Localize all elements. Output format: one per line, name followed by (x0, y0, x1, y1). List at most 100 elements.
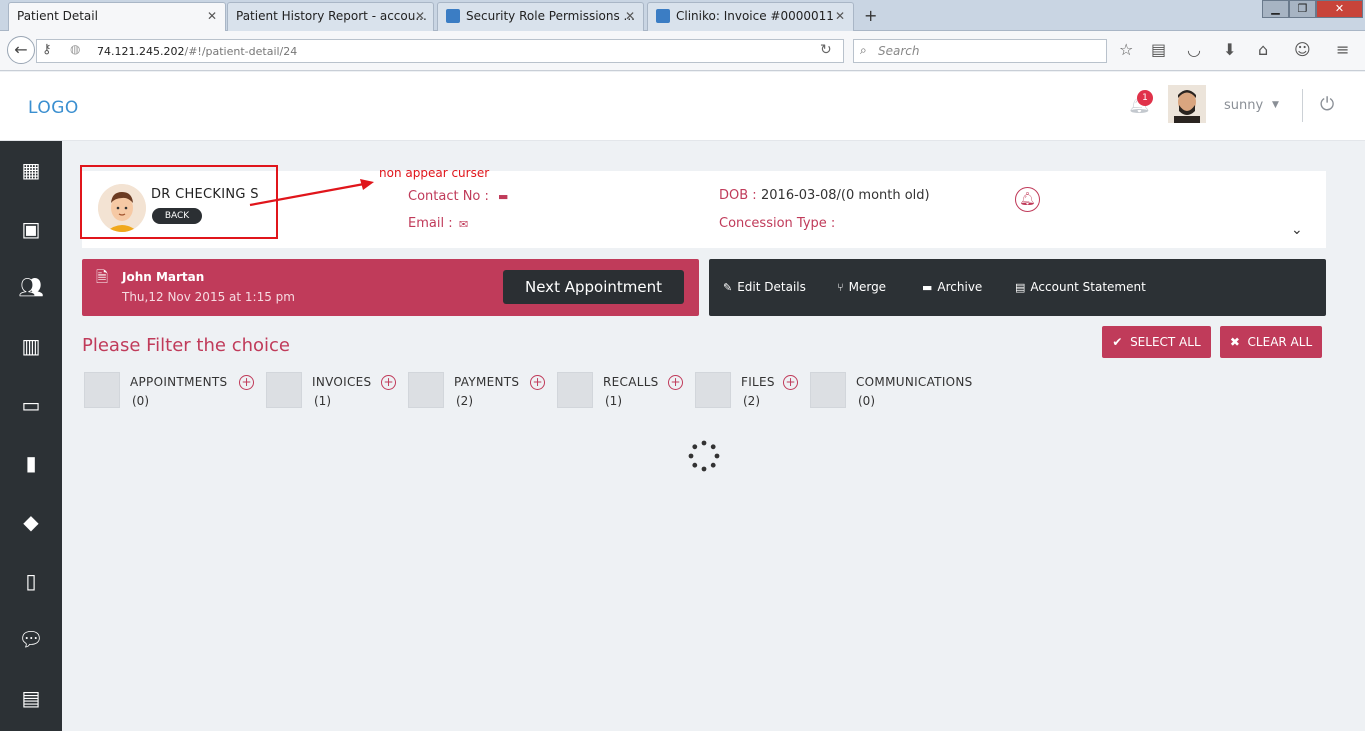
maximize-window-icon[interactable]: ❐ (1289, 0, 1316, 18)
appointment-practitioner: John Martan (122, 270, 205, 284)
search-input[interactable]: ⌕ Search (853, 39, 1107, 63)
filter-title: Please Filter the choice (82, 335, 290, 356)
edit-details-button[interactable]: ✎ Edit Details (723, 280, 806, 294)
annotation-note: non appear curser (379, 166, 490, 180)
envelope-icon[interactable]: ✉ (459, 218, 468, 231)
logo[interactable]: LOGO (28, 98, 79, 118)
edit-icon: ✎ (723, 281, 733, 294)
url-host: 74.121.245.202 (97, 45, 185, 58)
pocket-icon[interactable]: ◡ (1187, 40, 1201, 59)
close-tab-icon[interactable]: ✕ (625, 9, 635, 23)
reload-icon[interactable]: ↻ (820, 42, 832, 58)
tab-title: Cliniko: Invoice #0000011 (676, 9, 834, 23)
key-icon: ⚷ (42, 42, 52, 57)
address-bar[interactable]: 74.121.245.202/#!/patient-detail/24 (36, 39, 844, 63)
browser-tab-patient-detail[interactable]: Patient Detail ✕ (8, 2, 226, 32)
clipboard-add-icon[interactable]: ▥ (0, 326, 62, 366)
reading-list-icon[interactable]: ▤ (1151, 40, 1166, 59)
recalls-checkbox[interactable] (557, 372, 593, 408)
next-appointment-button[interactable]: Next Appointment (503, 270, 684, 304)
contact-label: Contact No : (408, 189, 489, 204)
account-statement-button[interactable]: ▤ Account Statement (1015, 280, 1146, 294)
new-tab-icon[interactable]: + (864, 6, 877, 25)
document-add-icon: 🗎︎ (96, 268, 109, 286)
book-icon[interactable]: ▯ (0, 561, 62, 601)
add-appointment-icon[interactable]: + (239, 375, 254, 390)
appointments-checkbox[interactable] (84, 372, 120, 408)
comment-icon[interactable]: 💬︎ (0, 619, 62, 659)
browser-tab-security-role[interactable]: Security Role Permissions ... ✕ (437, 2, 644, 31)
report-icon[interactable]: ▤ (0, 678, 62, 718)
chat-icon[interactable]: ▬ (498, 190, 508, 203)
sidebar: ▦ ▣ 👥︎ ▥ ▭ ▮ ◆ ▯ 💬︎ ▤ (0, 141, 62, 731)
archive-label: Archive (937, 280, 983, 294)
browser-tab-history-report[interactable]: Patient History Report - accou... ✕ (227, 2, 434, 31)
payments-label: PAYMENTS (454, 375, 520, 389)
power-icon[interactable]: ⏻ (1320, 94, 1334, 115)
browser-tab-bar: Patient Detail ✕ Patient History Report … (0, 0, 1365, 32)
add-invoice-icon[interactable]: + (381, 375, 396, 390)
invoices-checkbox[interactable] (266, 372, 302, 408)
communications-checkbox[interactable] (810, 372, 846, 408)
alert-bell-icon[interactable]: 🔔︎ (1015, 187, 1040, 212)
username[interactable]: sunny (1224, 98, 1263, 113)
menu-icon[interactable]: ≡ (1336, 40, 1349, 59)
clear-all-label: CLEAR ALL (1247, 335, 1313, 349)
appointments-count: (0) (132, 394, 149, 408)
account-statement-label: Account Statement (1030, 280, 1146, 294)
back-arrow-icon[interactable]: ← (7, 36, 35, 64)
credit-card-icon[interactable]: ▭ (0, 385, 62, 425)
header-divider (1302, 89, 1303, 122)
email-label: Email : (408, 216, 453, 231)
check-icon: ✔ (1112, 335, 1123, 349)
payments-count: (2) (456, 394, 473, 408)
chevron-down-icon[interactable]: ▼ (1272, 100, 1279, 110)
recalls-count: (1) (605, 394, 622, 408)
tab-title: Patient Detail (17, 9, 98, 23)
users-icon[interactable]: 👥︎ (0, 267, 62, 307)
tab-title: Security Role Permissions ... (466, 9, 635, 23)
archive-button[interactable]: ▬ Archive (922, 280, 982, 294)
select-all-label: SELECT ALL (1130, 335, 1201, 349)
recalls-label: RECALLS (603, 375, 659, 389)
barcode-icon[interactable]: ▮ (0, 443, 62, 483)
site-favicon-icon (446, 9, 460, 23)
site-favicon-icon (656, 9, 670, 23)
minimize-window-icon[interactable]: ▁ (1262, 0, 1289, 18)
archive-icon: ▬ (922, 281, 933, 294)
add-file-icon[interactable]: + (783, 375, 798, 390)
home-icon[interactable]: ⌂ (1258, 40, 1268, 59)
bookmark-star-icon[interactable]: ☆ (1119, 40, 1133, 59)
close-tab-icon[interactable]: ✕ (835, 9, 845, 23)
invoices-label: INVOICES (312, 375, 372, 389)
concession-label: Concession Type : (719, 216, 836, 231)
close-tab-icon[interactable]: ✕ (415, 9, 425, 23)
calendar-icon[interactable]: ▣ (0, 209, 62, 249)
files-checkbox[interactable] (695, 372, 731, 408)
browser-tab-cliniko-invoice[interactable]: Cliniko: Invoice #0000011 ✕ (647, 2, 854, 31)
dashboard-icon[interactable]: ▦ (0, 150, 62, 190)
close-tab-icon[interactable]: ✕ (207, 9, 217, 23)
merge-button[interactable]: ⑂ Merge (837, 280, 886, 294)
tag-icon[interactable]: ◆ (0, 502, 62, 542)
appointment-datetime: Thu,12 Nov 2015 at 1:15 pm (122, 290, 295, 304)
payments-checkbox[interactable] (408, 372, 444, 408)
dob-label: DOB : (719, 188, 757, 203)
download-icon[interactable]: ⬇ (1223, 40, 1236, 59)
add-recall-icon[interactable]: + (668, 375, 683, 390)
close-window-icon[interactable]: ✕ (1316, 0, 1363, 18)
avatar[interactable] (1168, 85, 1206, 123)
add-payment-icon[interactable]: + (530, 375, 545, 390)
tab-title: Patient History Report - accou... (236, 9, 427, 23)
notification-badge: 1 (1137, 90, 1153, 106)
select-all-button[interactable]: ✔ SELECT ALL (1102, 326, 1211, 358)
annotation-arrow-icon (249, 179, 374, 207)
appointments-label: APPOINTMENTS (130, 375, 228, 389)
globe-icon: ◍ (70, 42, 81, 56)
chat-smiley-icon[interactable]: ☺ (1294, 40, 1311, 59)
communications-count: (0) (858, 394, 875, 408)
clear-all-button[interactable]: ✖ CLEAR ALL (1220, 326, 1322, 358)
files-label: FILES (741, 375, 775, 389)
chevron-down-icon[interactable]: ⌄ (1291, 222, 1303, 238)
edit-details-label: Edit Details (737, 280, 806, 294)
